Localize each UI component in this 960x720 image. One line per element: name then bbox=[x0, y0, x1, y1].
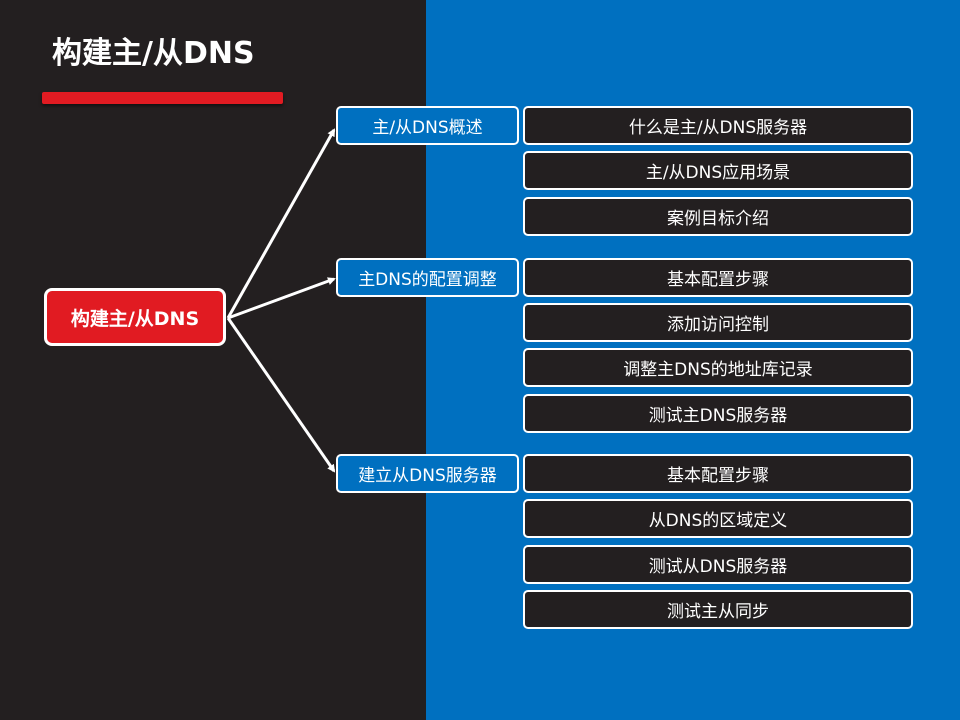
leaf-node[interactable]: 测试主从同步 bbox=[523, 590, 913, 629]
leaf-node[interactable]: 案例目标介绍 bbox=[523, 197, 913, 236]
leaf-node[interactable]: 什么是主/从DNS服务器 bbox=[523, 106, 913, 145]
connector-line-1 bbox=[226, 128, 336, 319]
leaf-node[interactable]: 从DNS的区域定义 bbox=[523, 499, 913, 538]
leaf-node[interactable]: 测试从DNS服务器 bbox=[523, 545, 913, 584]
root-node[interactable]: 构建主/从DNS bbox=[44, 288, 226, 346]
leaf-node[interactable]: 添加访问控制 bbox=[523, 303, 913, 342]
leaf-node[interactable]: 主/从DNS应用场景 bbox=[523, 151, 913, 190]
branch-node-overview[interactable]: 主/从DNS概述 bbox=[336, 106, 519, 145]
leaf-node[interactable]: 调整主DNS的地址库记录 bbox=[523, 348, 913, 387]
leaf-node[interactable]: 基本配置步骤 bbox=[523, 454, 913, 493]
connector-line-3 bbox=[226, 317, 336, 473]
leaf-node[interactable]: 测试主DNS服务器 bbox=[523, 394, 913, 433]
branch-node-slave-setup[interactable]: 建立从DNS服务器 bbox=[336, 454, 519, 493]
leaf-node[interactable]: 基本配置步骤 bbox=[523, 258, 913, 297]
connector-line-2 bbox=[227, 277, 336, 320]
branch-node-master-config[interactable]: 主DNS的配置调整 bbox=[336, 258, 519, 297]
